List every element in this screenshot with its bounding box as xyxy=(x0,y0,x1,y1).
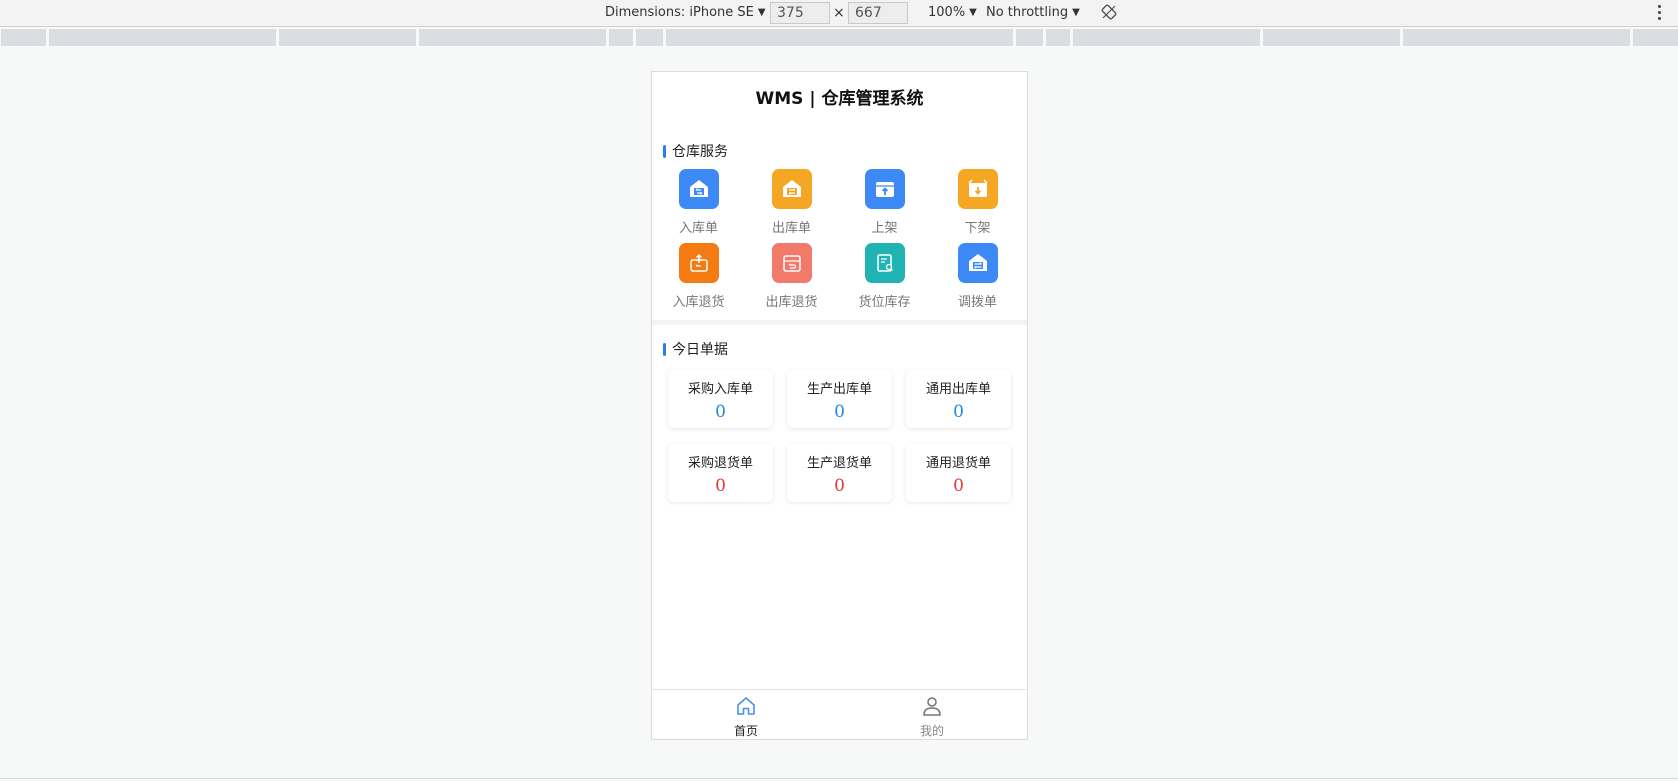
services-heading: 仓库服务 xyxy=(663,141,728,161)
warehouse-in-icon xyxy=(678,169,719,209)
rotate-icon[interactable] xyxy=(1101,4,1117,20)
service-outbound-return[interactable]: 出库退货 xyxy=(745,243,838,310)
card-value: 0 xyxy=(953,402,964,422)
app-title: WMS | 仓库管理系统 xyxy=(755,89,924,109)
today-card-general-return[interactable]: 通用退货单 0 xyxy=(906,444,1011,502)
times-sign: × xyxy=(833,5,845,21)
service-outbound-order[interactable]: 出库单 xyxy=(745,169,838,236)
tab-mine[interactable]: 我的 xyxy=(902,694,962,739)
ruler-segment[interactable] xyxy=(1016,29,1043,46)
zoom-label: 100% xyxy=(928,5,966,20)
ruler-segment[interactable] xyxy=(1046,29,1070,46)
user-icon xyxy=(923,697,941,716)
throttling-label: No throttling xyxy=(986,5,1069,20)
service-label: 出库退货 xyxy=(765,295,818,310)
ruler-segment[interactable] xyxy=(1263,29,1400,46)
shelf-up-icon xyxy=(864,169,905,209)
ruler-segment[interactable] xyxy=(419,29,606,46)
service-shelf-up[interactable]: 上架 xyxy=(838,169,931,236)
card-title: 通用退货单 xyxy=(925,456,991,471)
home-icon xyxy=(737,697,755,715)
ruler-segment[interactable] xyxy=(636,29,663,46)
ruler-segment[interactable] xyxy=(49,29,276,46)
service-inbound-order[interactable]: 入库单 xyxy=(652,169,745,236)
outbound-return-icon xyxy=(771,243,812,283)
today-card-general-outbound[interactable]: 通用出库单 0 xyxy=(906,370,1011,428)
service-label: 入库单 xyxy=(678,221,718,236)
card-title: 通用出库单 xyxy=(925,382,991,397)
today-heading: 今日单据 xyxy=(663,339,728,359)
section-divider xyxy=(652,320,1027,325)
service-label: 调拨单 xyxy=(957,295,997,310)
service-label: 入库退货 xyxy=(672,295,725,310)
ruler-segment[interactable] xyxy=(1403,29,1630,46)
today-card-purchase-return[interactable]: 采购退货单 0 xyxy=(668,444,773,502)
service-inbound-return[interactable]: 入库退货 xyxy=(652,243,745,310)
service-location-stock[interactable]: 货位库存 xyxy=(838,243,931,310)
card-value: 0 xyxy=(715,402,726,422)
viewport-width-input[interactable] xyxy=(770,2,830,24)
tab-label: 首页 xyxy=(733,724,758,738)
ruler-segment[interactable] xyxy=(1633,29,1678,46)
card-title: 生产退货单 xyxy=(806,456,872,471)
today-card-production-return[interactable]: 生产退货单 0 xyxy=(787,444,892,502)
tab-label: 我的 xyxy=(919,724,944,738)
throttling-dropdown[interactable]: No throttling ▼ xyxy=(986,5,1080,20)
services-heading-label: 仓库服务 xyxy=(672,144,728,160)
service-transfer-order[interactable]: 调拨单 xyxy=(931,243,1024,310)
service-label: 货位库存 xyxy=(858,295,911,310)
ruler-segment[interactable] xyxy=(1,29,46,46)
today-card-purchase-inbound[interactable]: 采购入库单 0 xyxy=(668,370,773,428)
chevron-down-icon: ▼ xyxy=(757,7,766,18)
tab-home[interactable]: 首页 xyxy=(716,694,776,739)
chevron-down-icon: ▼ xyxy=(969,7,977,18)
service-label: 出库单 xyxy=(771,221,811,236)
heading-accent-bar xyxy=(663,342,666,356)
media-query-ruler xyxy=(0,28,1678,47)
phone-viewport: WMS | 仓库管理系统 仓库服务 入库单 出库单 上架 下架 入库退货 出库退… xyxy=(651,71,1028,740)
ruler-segment[interactable] xyxy=(609,29,633,46)
viewport-height-input[interactable] xyxy=(848,2,908,24)
card-title: 采购退货单 xyxy=(687,456,753,471)
card-value: 0 xyxy=(834,476,845,496)
ruler-segment[interactable] xyxy=(1073,29,1260,46)
warehouse-out-icon xyxy=(771,169,812,209)
ruler-segment[interactable] xyxy=(666,29,1013,46)
devtools-toolbar: Dimensions: iPhone SE ▼ × 100% ▼ No thro… xyxy=(0,0,1678,27)
card-title: 生产出库单 xyxy=(806,382,872,397)
bottom-tab-bar: 首页 我的 xyxy=(652,689,1027,739)
ruler-segment[interactable] xyxy=(279,29,416,46)
service-label: 下架 xyxy=(964,221,991,236)
window-bottom-border xyxy=(0,778,1678,779)
location-stock-icon xyxy=(864,243,905,283)
card-value: 0 xyxy=(834,402,845,422)
card-value: 0 xyxy=(715,476,726,496)
service-shelf-down[interactable]: 下架 xyxy=(931,169,1024,236)
more-options-icon[interactable] xyxy=(1656,3,1662,21)
chevron-down-icon: ▼ xyxy=(1072,7,1080,18)
card-value: 0 xyxy=(953,476,964,496)
today-heading-label: 今日单据 xyxy=(672,342,728,358)
today-card-production-outbound[interactable]: 生产出库单 0 xyxy=(787,370,892,428)
transfer-icon xyxy=(957,243,998,283)
service-label: 上架 xyxy=(871,221,898,236)
zoom-dropdown[interactable]: 100% ▼ xyxy=(928,5,977,20)
card-title: 采购入库单 xyxy=(687,382,753,397)
inbound-return-icon xyxy=(678,243,719,283)
device-dropdown[interactable]: Dimensions: iPhone SE ▼ xyxy=(605,5,766,20)
heading-accent-bar xyxy=(663,144,666,158)
device-label: Dimensions: iPhone SE xyxy=(605,5,754,20)
shelf-down-icon xyxy=(957,169,998,209)
